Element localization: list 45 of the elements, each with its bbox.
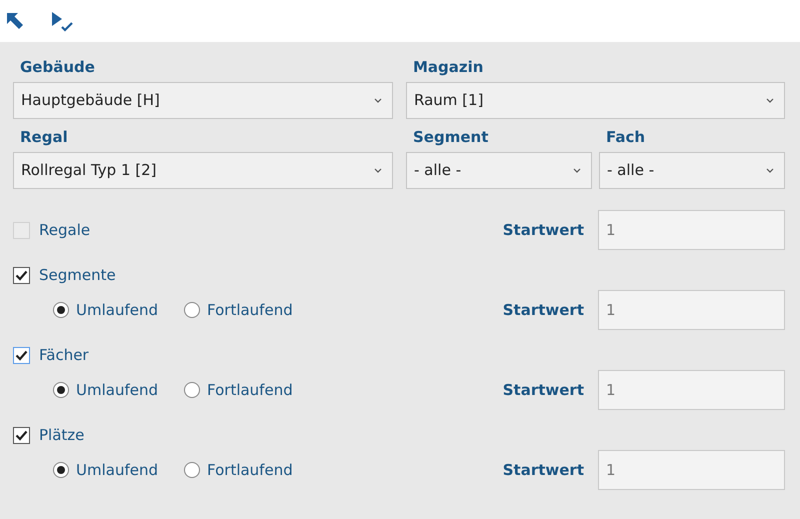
checkbox-label: Regale xyxy=(39,220,90,241)
play-check-icon xyxy=(51,10,75,32)
toolbar-button[interactable] xyxy=(51,10,75,32)
chevron-down-icon xyxy=(573,168,581,174)
toolbar-button[interactable] xyxy=(5,11,25,31)
radio-button[interactable] xyxy=(184,462,200,478)
dropdown-select[interactable]: - alle - xyxy=(599,152,785,189)
field-label: Fach xyxy=(605,127,646,148)
radio-label: Umlaufend xyxy=(76,300,158,321)
checkbox[interactable] xyxy=(13,426,30,444)
checkbox[interactable] xyxy=(13,346,30,364)
field-label: Gebäude xyxy=(19,57,96,78)
chevron-down-icon xyxy=(766,98,774,104)
radio-label: Fortlaufend xyxy=(207,300,293,321)
checkbox-label: Plätze xyxy=(39,425,84,446)
start-value-field[interactable]: 1 xyxy=(598,290,785,330)
dropdown-select[interactable]: - alle - xyxy=(406,152,592,189)
start-value-label: Startwert xyxy=(502,300,584,321)
start-value-label: Startwert xyxy=(502,460,584,481)
radio-label: Umlaufend xyxy=(76,380,158,401)
field-label: Magazin xyxy=(412,57,484,78)
radio-label: Fortlaufend xyxy=(207,380,293,401)
arrow-up-left-icon xyxy=(5,11,25,31)
chevron-down-icon xyxy=(374,98,382,104)
start-value-field[interactable]: 1 xyxy=(598,370,785,410)
chevron-down-icon xyxy=(766,168,774,174)
radio-button[interactable] xyxy=(53,382,69,398)
dropdown-select[interactable]: Hauptgebäude [H] xyxy=(13,82,393,119)
start-value-field[interactable]: 1 xyxy=(598,450,785,490)
field-label: Regal xyxy=(19,127,69,148)
radio-button[interactable] xyxy=(53,462,69,478)
dropdown-select[interactable]: Rollregal Typ 1 [2] xyxy=(13,152,393,189)
radio-label: Fortlaufend xyxy=(207,460,293,481)
chevron-down-icon xyxy=(374,168,382,174)
checkbox-label: Fächer xyxy=(39,345,89,366)
radio-button[interactable] xyxy=(184,382,200,398)
radio-button[interactable] xyxy=(53,302,69,318)
start-value-label: Startwert xyxy=(502,220,584,241)
field-label: Segment xyxy=(412,127,490,148)
checkbox[interactable] xyxy=(13,266,30,284)
radio-label: Umlaufend xyxy=(76,460,158,481)
radio-button[interactable] xyxy=(184,302,200,318)
start-value-label: Startwert xyxy=(502,380,584,401)
checkbox-label: Segmente xyxy=(39,265,116,286)
dropdown-select[interactable]: Raum [1] xyxy=(406,82,785,119)
